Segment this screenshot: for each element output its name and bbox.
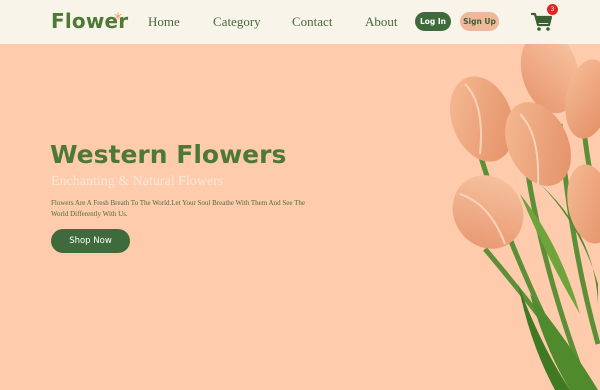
cart-count-badge: 3 (547, 4, 558, 15)
logo-star-icon: * (114, 9, 122, 28)
login-button[interactable]: Log In (415, 12, 451, 31)
shop-now-button[interactable]: Shop Now (51, 229, 130, 253)
tulip-bouquet-image (450, 44, 600, 390)
nav-link-home[interactable]: Home (148, 14, 180, 30)
nav-link-about[interactable]: About (365, 14, 398, 30)
navbar: Flower * Home Category Contact About Log… (0, 0, 600, 44)
signup-button[interactable]: Sign Up (460, 12, 499, 31)
hero-description: Flowers Are A Fresh Breath To The World.… (51, 199, 305, 218)
nav-link-contact[interactable]: Contact (292, 14, 332, 30)
hero-title: Western Flowers (50, 140, 287, 169)
nav-link-category[interactable]: Category (213, 14, 261, 30)
hero-subtitle: Enchanting & Natural Flowers (51, 174, 224, 189)
